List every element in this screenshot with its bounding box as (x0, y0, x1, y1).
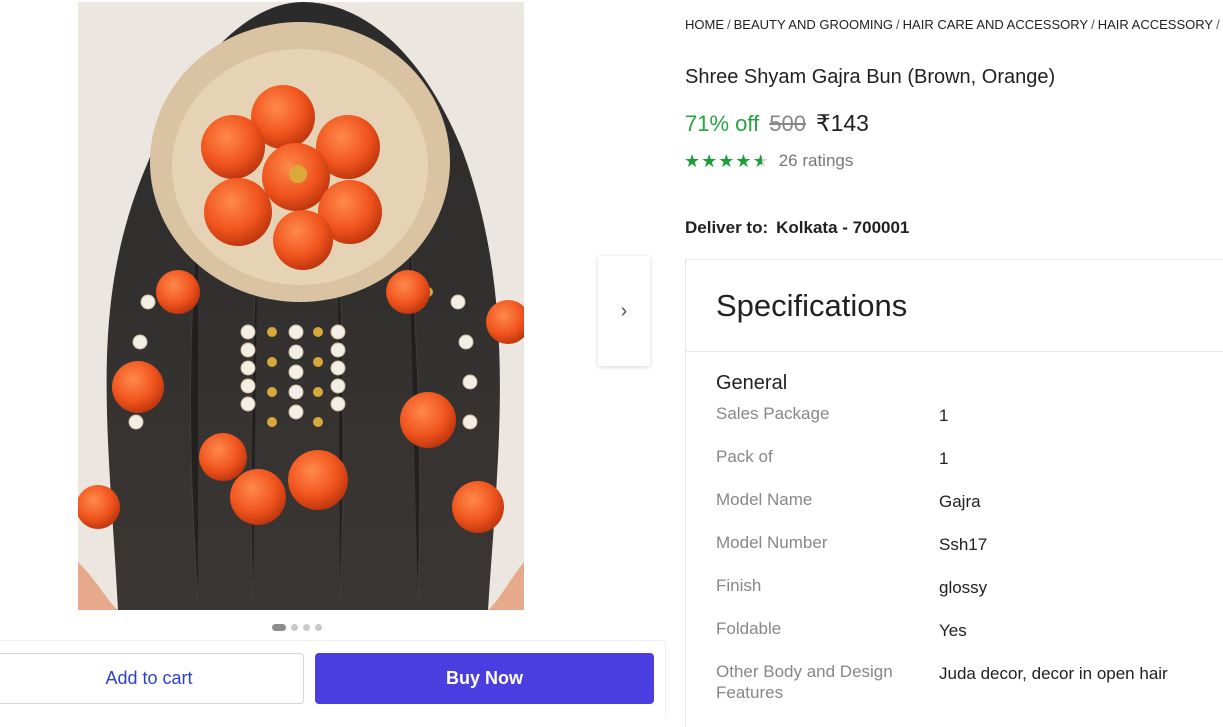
specifications-card: Specifications General Sales Package 1 P… (685, 259, 1223, 727)
ratings-count: 26 ratings (778, 151, 854, 170)
spec-value: Gajra (939, 492, 981, 511)
delivery-location[interactable]: Deliver to: Kolkata - 700001 (685, 218, 909, 238)
buy-now-button[interactable]: Buy Now (315, 653, 654, 704)
breadcrumb-hair-care[interactable]: HAIR CARE AND ACCESSORY (903, 17, 1088, 32)
breadcrumb-hair-accessory[interactable]: HAIR ACCESSORY (1098, 17, 1213, 32)
breadcrumb-home[interactable]: HOME (685, 17, 724, 32)
spec-key: Sales Package (716, 404, 830, 423)
spec-key: Finish (716, 576, 762, 595)
price-row: 71% off 500 ₹143 (685, 110, 869, 137)
chevron-right-icon: › (620, 300, 628, 322)
spec-key: Model Number (716, 533, 828, 552)
pager-dot[interactable] (272, 624, 286, 631)
star-icon: ★ (684, 151, 701, 171)
product-image[interactable] (78, 2, 524, 610)
breadcrumb-beauty-grooming[interactable]: BEAUTY AND GROOMING (734, 17, 893, 32)
pager-dot[interactable] (303, 624, 310, 631)
pager-dot[interactable] (291, 624, 298, 631)
spec-row: Finish glossy (716, 575, 1223, 618)
spec-key: Pack of (716, 447, 773, 466)
spec-row: Sales Package 1 (716, 403, 1223, 446)
spec-row: Pack of 1 (716, 446, 1223, 489)
spec-key: Model Name (716, 490, 813, 509)
discount-label: 71% off (685, 111, 760, 136)
product-title: Shree Shyam Gajra Bun (Brown, Orange) (685, 66, 1056, 88)
spec-row: Foldable Yes (716, 618, 1223, 661)
spec-value: Ssh17 (939, 535, 988, 554)
spec-value: glossy (939, 578, 988, 597)
gajra-bun-photo (78, 2, 524, 610)
breadcrumb: HOME / BEAUTY AND GROOMING / HAIR CARE AND A… (685, 17, 1223, 32)
rating-row[interactable]: ★ ★ ★ ★ ★ 26 ratings (684, 151, 853, 171)
purchase-actions: Add to cart Buy Now (0, 640, 666, 716)
spec-group-title: General (716, 372, 788, 394)
spec-value: Juda decor, decor in open hair (939, 664, 1168, 683)
specifications-body: General Sales Package 1 Pack of 1 Model … (686, 352, 1223, 704)
spec-row: Other Body and Design Features Juda deco… (716, 661, 1223, 704)
spec-row: Model Number Ssh17 (716, 532, 1223, 575)
spec-key: Foldable (716, 619, 782, 638)
pager-dot[interactable] (315, 624, 322, 631)
spec-key: Other Body and Design Features (716, 662, 893, 702)
star-icon: ★ (735, 151, 752, 171)
next-image-button[interactable]: › (598, 256, 650, 366)
star-icon: ★ (701, 151, 718, 171)
spec-value: 1 (939, 406, 949, 425)
half-star-icon: ★ (752, 151, 769, 171)
add-to-cart-button[interactable]: Add to cart (0, 653, 304, 704)
deliver-label: Deliver to: (685, 218, 769, 237)
deliver-pincode: Kolkata - 700001 (776, 218, 910, 237)
image-pager (272, 624, 322, 631)
selling-price: ₹143 (815, 110, 869, 136)
star-rating: ★ ★ ★ ★ ★ (684, 152, 769, 170)
spec-row: Model Name Gajra (716, 489, 1223, 532)
specifications-title: Specifications (716, 287, 908, 323)
specifications-header: Specifications (686, 260, 1223, 352)
original-price: 500 (769, 111, 806, 136)
spec-value: 1 (939, 449, 949, 468)
star-icon: ★ (718, 151, 735, 171)
spec-value: Yes (939, 621, 967, 640)
